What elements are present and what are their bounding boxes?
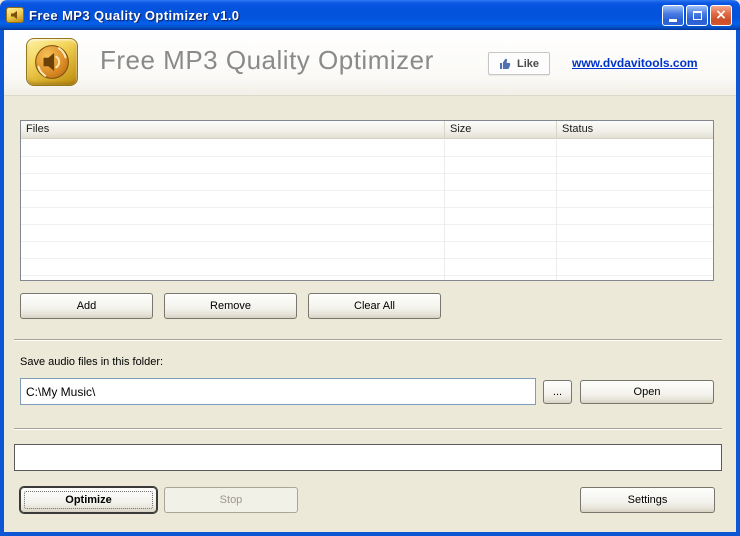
- column-header-files[interactable]: Files: [21, 121, 445, 138]
- page-title: Free MP3 Quality Optimizer: [100, 45, 434, 75]
- window-border-left: [0, 30, 4, 532]
- website-link[interactable]: www.dvdavitools.com: [572, 56, 698, 70]
- speaker-mini-icon: [11, 11, 17, 19]
- titlebar[interactable]: Free MP3 Quality Optimizer v1.0 ×: [0, 0, 740, 30]
- like-label: Like: [516, 57, 539, 70]
- window-border-bottom: [0, 532, 740, 536]
- output-path-input[interactable]: [20, 378, 536, 405]
- file-list[interactable]: Files Size Status: [20, 120, 714, 281]
- separator: [14, 339, 722, 341]
- remove-button[interactable]: Remove: [164, 293, 297, 319]
- optimize-button[interactable]: Optimize: [20, 487, 157, 513]
- add-button[interactable]: Add: [20, 293, 153, 319]
- column-header-status[interactable]: Status: [557, 121, 713, 138]
- minimize-button[interactable]: [662, 4, 684, 26]
- column-header-size[interactable]: Size: [445, 121, 557, 138]
- open-button[interactable]: Open: [580, 380, 714, 404]
- close-icon: ×: [715, 6, 727, 23]
- like-button[interactable]: Like: [488, 52, 550, 75]
- column-divider: [556, 140, 557, 280]
- settings-button[interactable]: Settings: [580, 487, 715, 513]
- header: Free MP3 Quality Optimizer Like www.dvda…: [4, 30, 736, 96]
- clear-all-button[interactable]: Clear All: [308, 293, 441, 319]
- app-window: Free MP3 Quality Optimizer v1.0 × Free M…: [0, 0, 740, 536]
- column-divider: [444, 140, 445, 280]
- progress-bar: [14, 444, 722, 471]
- file-list-header: Files Size Status: [21, 121, 713, 139]
- maximize-icon: [692, 10, 702, 20]
- output-folder-label: Save audio files in this folder:: [20, 356, 164, 368]
- file-list-body[interactable]: [21, 140, 713, 280]
- maximize-button[interactable]: [686, 4, 708, 26]
- window-title: Free MP3 Quality Optimizer v1.0: [29, 7, 240, 23]
- app-logo: [26, 38, 78, 86]
- separator: [14, 428, 722, 430]
- gold-speaker-icon: [35, 45, 69, 79]
- browse-button[interactable]: ...: [543, 380, 572, 404]
- close-button[interactable]: ×: [710, 4, 732, 26]
- window-controls: ×: [662, 4, 732, 26]
- app-icon[interactable]: [6, 7, 24, 23]
- thumbs-up-icon: [499, 58, 511, 69]
- window-border-right: [736, 30, 740, 532]
- stop-button[interactable]: Stop: [164, 487, 298, 513]
- minimize-icon: [669, 18, 677, 22]
